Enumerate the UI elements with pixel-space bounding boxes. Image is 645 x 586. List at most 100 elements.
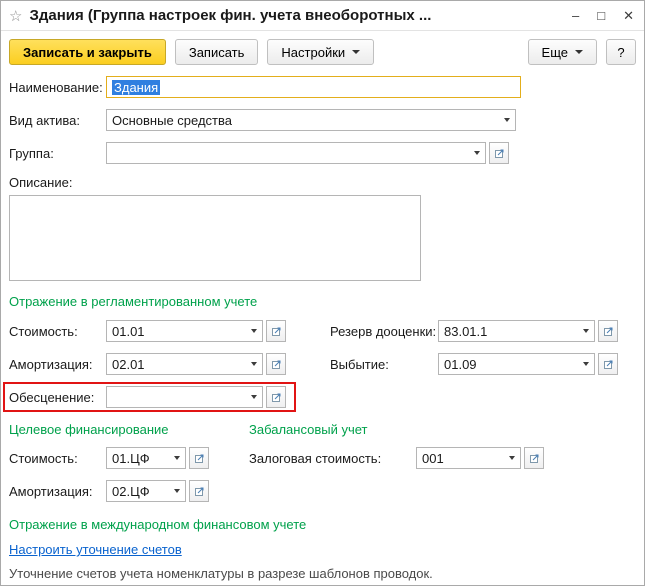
cost-value: 01.01 xyxy=(112,323,145,339)
tf-cost-row: Стоимость: 01.ЦФ Залоговая стоимость: 00… xyxy=(9,447,636,469)
description-label: Описание: xyxy=(9,175,73,190)
open-icon xyxy=(494,149,503,158)
tf-depreciation-label: Амортизация: xyxy=(9,483,93,499)
depreciation-row: Амортизация: 02.01 Выбытие: 01.09 xyxy=(9,353,636,375)
open-button[interactable] xyxy=(189,447,209,469)
tf-depreciation-row: Амортизация: 02.ЦФ xyxy=(9,480,636,502)
help-button[interactable]: ? xyxy=(606,39,636,65)
disposal-label: Выбытие: xyxy=(330,356,389,372)
revaluation-reserve-value: 83.01.1 xyxy=(444,323,488,339)
maximize-button[interactable]: □ xyxy=(597,9,605,22)
configure-accounts-link[interactable]: Настроить уточнение счетов xyxy=(9,542,182,557)
save-and-close-button[interactable]: Записать и закрыть xyxy=(9,39,166,65)
save-and-close-label: Записать и закрыть xyxy=(23,44,152,60)
window-controls: – □ ✕ xyxy=(572,9,634,22)
dropdown-button[interactable] xyxy=(468,143,485,163)
dropdown-icon xyxy=(582,362,589,366)
footnote-text: Уточнение счетов учета номенклатуры в ра… xyxy=(9,566,433,581)
dropdown-icon xyxy=(173,489,180,493)
dropdown-icon xyxy=(250,395,257,399)
depreciation-combobox[interactable]: 02.01 xyxy=(106,353,263,375)
open-icon xyxy=(271,327,280,336)
form-window: ☆ Здания (Группа настроек фин. учета вне… xyxy=(0,0,645,586)
settings-button[interactable]: Настройки xyxy=(267,39,375,65)
asset-type-value: Основные средства xyxy=(112,112,232,128)
save-label: Записать xyxy=(188,44,245,60)
open-button[interactable] xyxy=(266,386,286,408)
revaluation-reserve-combobox[interactable]: 83.01.1 xyxy=(438,320,595,342)
section-header-regulated: Отражение в регламентированном учете xyxy=(9,294,258,309)
dropdown-button[interactable] xyxy=(577,321,594,341)
impairment-combobox[interactable] xyxy=(106,386,263,408)
caret-down-icon xyxy=(352,50,361,54)
asset-type-label: Вид актива: xyxy=(9,112,81,128)
asset-type-combobox[interactable]: Основные средства xyxy=(106,109,516,131)
section-header-international: Отражение в международном финансовом уче… xyxy=(9,517,307,532)
selected-text: Здания xyxy=(112,79,161,95)
dropdown-button[interactable] xyxy=(168,448,185,468)
open-button[interactable] xyxy=(524,447,544,469)
open-icon xyxy=(194,454,203,463)
name-input[interactable]: Здания xyxy=(106,76,521,98)
subsection-headers: Целевое финансирование Забалансовый учет xyxy=(9,422,636,437)
dropdown-button[interactable] xyxy=(577,354,594,374)
dropdown-icon xyxy=(503,118,510,122)
settings-label: Настройки xyxy=(281,44,346,60)
pledge-cost-value: 001 xyxy=(422,450,444,466)
tf-depreciation-combobox[interactable]: 02.ЦФ xyxy=(106,480,186,502)
open-button[interactable] xyxy=(189,480,209,502)
dropdown-button[interactable] xyxy=(503,448,520,468)
dropdown-button[interactable] xyxy=(245,321,262,341)
dropdown-icon xyxy=(508,456,515,460)
open-button[interactable] xyxy=(489,142,509,164)
tf-cost-combobox[interactable]: 01.ЦФ xyxy=(106,447,186,469)
open-button[interactable] xyxy=(598,320,618,342)
tf-depreciation-value: 02.ЦФ xyxy=(112,483,150,499)
group-label: Группа: xyxy=(9,145,54,161)
save-button[interactable]: Записать xyxy=(174,39,259,65)
caret-down-icon xyxy=(575,50,583,54)
dropdown-button[interactable] xyxy=(245,387,262,407)
name-label: Наименование: xyxy=(9,79,103,95)
impairment-group: Обесценение: xyxy=(3,382,296,412)
open-button[interactable] xyxy=(598,353,618,375)
depreciation-value: 02.01 xyxy=(112,356,145,372)
name-row: Наименование: Здания xyxy=(9,76,636,98)
open-button[interactable] xyxy=(266,320,286,342)
group-combobox[interactable] xyxy=(106,142,486,164)
pledge-cost-combobox[interactable]: 001 xyxy=(416,447,521,469)
help-label: ? xyxy=(617,44,625,60)
more-label: Еще xyxy=(541,44,568,60)
more-button[interactable]: Еще xyxy=(527,39,597,65)
dropdown-icon xyxy=(173,456,180,460)
dropdown-icon xyxy=(250,329,257,333)
dropdown-icon xyxy=(250,362,257,366)
disposal-value: 01.09 xyxy=(444,356,477,372)
revaluation-reserve-label: Резерв дооценки: xyxy=(330,323,437,339)
window-title: Здания (Группа настроек фин. учета внеоб… xyxy=(29,7,432,24)
minimize-button[interactable]: – xyxy=(572,9,579,22)
open-icon xyxy=(194,487,203,496)
section-header-target-financing: Целевое финансирование xyxy=(9,422,169,437)
dropdown-button[interactable] xyxy=(245,354,262,374)
cost-combobox[interactable]: 01.01 xyxy=(106,320,263,342)
open-icon xyxy=(529,454,538,463)
window-titlebar: ☆ Здания (Группа настроек фин. учета вне… xyxy=(1,1,644,31)
toolbar: Записать и закрыть Записать Настройки Ещ… xyxy=(1,31,644,72)
open-icon xyxy=(271,360,280,369)
open-button[interactable] xyxy=(266,353,286,375)
cost-row: Стоимость: 01.01 Резерв дооценки: 83.01.… xyxy=(9,320,636,342)
dropdown-icon xyxy=(582,329,589,333)
favorite-star-icon[interactable]: ☆ xyxy=(9,7,22,25)
tf-cost-label: Стоимость: xyxy=(9,450,78,466)
asset-type-row: Вид актива: Основные средства xyxy=(9,109,636,131)
tf-cost-value: 01.ЦФ xyxy=(112,450,150,466)
dropdown-button[interactable] xyxy=(498,110,515,130)
disposal-combobox[interactable]: 01.09 xyxy=(438,353,595,375)
open-icon xyxy=(603,360,612,369)
close-button[interactable]: ✕ xyxy=(623,9,634,22)
open-icon xyxy=(271,393,280,402)
impairment-label: Обесценение: xyxy=(9,389,95,405)
dropdown-button[interactable] xyxy=(168,481,185,501)
description-textarea[interactable] xyxy=(9,195,421,281)
